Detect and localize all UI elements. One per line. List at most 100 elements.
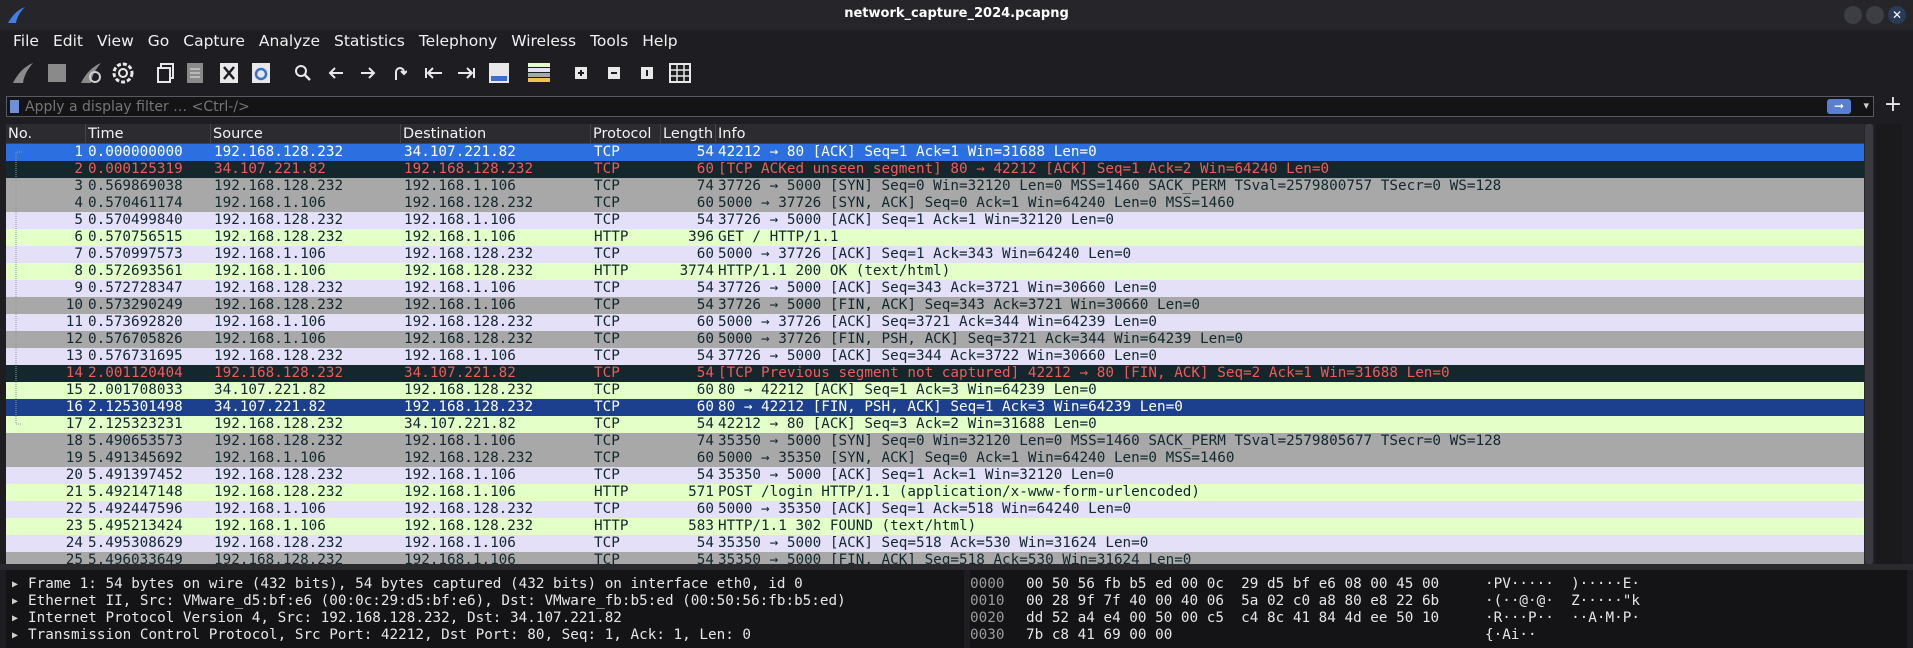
open-file-icon[interactable] (153, 60, 179, 86)
stop-capture-icon[interactable] (44, 60, 70, 86)
packet-row[interactable]: 19 5.491345692 192.168.1.106 192.168.128.23… (6, 450, 1874, 467)
packet-row[interactable]: 10 0.573290249 192.168.128.232 192.168.1.10… (6, 297, 1874, 314)
column-header-time[interactable]: Time (86, 124, 211, 144)
packet-row[interactable]: 5 0.570499840 192.168.128.232 192.168.1.106… (6, 212, 1874, 229)
packet-length: 74 (696, 433, 714, 449)
bookmark-icon[interactable] (10, 100, 19, 113)
packet-length: 60 (696, 501, 714, 517)
packet-length: 54 (696, 144, 714, 160)
menu-go[interactable]: Go (141, 30, 177, 52)
packet-list-scrollbar[interactable] (1864, 124, 1874, 564)
zoom-in-icon[interactable] (568, 60, 594, 86)
packet-row[interactable]: 20 5.491397452 192.168.128.232 192.168.1.10… (6, 467, 1874, 484)
packet-info: 80 → 42212 [ACK] Seq=1 Ack=3 Win=64239 L… (718, 382, 1097, 398)
packet-row[interactable]: 4 0.570461174 192.168.1.106 192.168.128.232… (6, 195, 1874, 212)
capture-options-icon[interactable] (110, 60, 136, 86)
menu-wireless[interactable]: Wireless (504, 30, 583, 52)
add-filter-button[interactable]: + (1880, 94, 1906, 118)
packet-row[interactable]: 7 0.570997573 192.168.1.106 192.168.128.232… (6, 246, 1874, 263)
packet-source: 192.168.128.232 (214, 433, 344, 449)
restart-capture-icon[interactable] (78, 60, 104, 86)
packet-row[interactable]: 2 0.000125319 34.107.221.82 192.168.128.232… (6, 161, 1874, 178)
packet-length: 60 (696, 450, 714, 466)
display-filter-input[interactable] (25, 97, 1825, 116)
packet-row[interactable]: 18 5.490653573 192.168.128.232 192.168.1.10… (6, 433, 1874, 450)
packet-row[interactable]: 8 0.572693561 192.168.1.106 192.168.128.232… (6, 263, 1874, 280)
column-header-info[interactable]: Info (716, 124, 1874, 144)
autoscroll-icon[interactable] (486, 60, 512, 86)
last-packet-icon[interactable] (453, 60, 479, 86)
packet-destination: 192.168.128.232 (404, 518, 534, 534)
packet-number: 24 (65, 535, 83, 551)
packet-row[interactable]: 17 2.125323231 192.168.128.232 34.107.221.8… (6, 416, 1874, 433)
go-back-icon[interactable] (323, 60, 349, 86)
expand-arrow-icon[interactable]: ▶ (12, 593, 18, 610)
menu-analyze[interactable]: Analyze (252, 30, 327, 52)
column-header-destination[interactable]: Destination (401, 124, 591, 144)
menu-capture[interactable]: Capture (176, 30, 252, 52)
zoom-out-icon[interactable] (601, 60, 627, 86)
save-file-icon[interactable] (182, 60, 208, 86)
close-file-icon[interactable] (216, 60, 242, 86)
packet-row[interactable]: 22 5.492447596 192.168.1.106 192.168.128.23… (6, 501, 1874, 518)
packet-row[interactable]: 12 0.576705826 192.168.1.106 192.168.128.23… (6, 331, 1874, 348)
resize-columns-icon[interactable] (667, 60, 693, 86)
packet-row[interactable]: 23 5.495213424 192.168.1.106 192.168.128.23… (6, 518, 1874, 535)
packet-info: 35350 → 5000 [ACK] Seq=518 Ack=530 Win=3… (718, 535, 1149, 551)
column-header-protocol[interactable]: Protocol (591, 124, 661, 144)
scrollbar-thumb[interactable] (1865, 124, 1873, 564)
packet-list[interactable]: No. Time Source Destination Protocol Len… (6, 124, 1874, 564)
maximize-button[interactable] (1866, 6, 1884, 24)
packet-row[interactable]: 15 2.001708033 34.107.221.82 192.168.128.23… (6, 382, 1874, 399)
packet-row[interactable]: 1 0.000000000 192.168.128.232 34.107.221.82… (6, 144, 1874, 161)
packet-minimap[interactable] (1876, 124, 1902, 564)
packet-row[interactable]: 11 0.573692820 192.168.1.106 192.168.128.23… (6, 314, 1874, 331)
menu-tools[interactable]: Tools (583, 30, 635, 52)
first-packet-icon[interactable] (421, 60, 447, 86)
packet-protocol: TCP (594, 416, 620, 432)
packet-row[interactable]: 25 5.496033649 192.168.128.232 192.168.1.10… (6, 552, 1874, 564)
packet-length: 54 (696, 365, 714, 381)
packet-protocol: TCP (594, 467, 620, 483)
packet-row[interactable]: 6 0.570756515 192.168.128.232 192.168.1.106… (6, 229, 1874, 246)
expand-arrow-icon[interactable]: ▶ (12, 610, 18, 627)
packet-row[interactable]: 16 2.125301498 34.107.221.82 192.168.128.23… (6, 399, 1874, 416)
colorize-icon[interactable] (526, 60, 552, 86)
packet-length: 54 (696, 416, 714, 432)
packet-info: 5000 → 37726 [FIN, PSH, ACK] Seq=3721 Ac… (718, 331, 1244, 347)
packet-destination: 192.168.1.106 (404, 229, 516, 245)
packet-protocol: TCP (594, 382, 620, 398)
apply-filter-button[interactable]: ➞ (1827, 99, 1851, 114)
packet-time: 0.573290249 (88, 297, 183, 313)
column-header-length[interactable]: Length (661, 124, 716, 144)
minimize-button[interactable] (1844, 6, 1862, 24)
menu-help[interactable]: Help (635, 30, 684, 52)
menu-telephony[interactable]: Telephony (412, 30, 504, 52)
expand-arrow-icon[interactable]: ▶ (12, 627, 18, 644)
go-to-packet-icon[interactable] (387, 60, 413, 86)
normal-size-icon[interactable] (634, 60, 660, 86)
packet-source: 192.168.128.232 (214, 365, 344, 381)
packet-row[interactable]: 24 5.495308629 192.168.128.232 192.168.1.10… (6, 535, 1874, 552)
packet-destination: 192.168.128.232 (404, 314, 534, 330)
menu-file[interactable]: File (6, 30, 46, 52)
expand-arrow-icon[interactable]: ▶ (12, 576, 18, 593)
packet-row[interactable]: 3 0.569869038 192.168.128.232 192.168.1.106… (6, 178, 1874, 195)
start-capture-icon[interactable] (10, 60, 36, 86)
reload-file-icon[interactable] (248, 60, 274, 86)
column-header-no[interactable]: No. (6, 124, 86, 144)
menu-view[interactable]: View (90, 30, 141, 52)
go-forward-icon[interactable] (355, 60, 381, 86)
filter-dropdown-icon[interactable]: ▾ (1863, 99, 1869, 112)
column-header-source[interactable]: Source (211, 124, 401, 144)
packet-row[interactable]: 13 0.576731695 192.168.128.232 192.168.1.10… (6, 348, 1874, 365)
packet-time: 0.572693561 (88, 263, 183, 279)
packet-row[interactable]: 21 5.492147148 192.168.128.232 192.168.1.10… (6, 484, 1874, 501)
packet-row[interactable]: 9 0.572728347 192.168.128.232 192.168.1.106… (6, 280, 1874, 297)
find-packet-icon[interactable] (290, 60, 316, 86)
menu-edit[interactable]: Edit (46, 30, 90, 52)
menu-statistics[interactable]: Statistics (327, 30, 412, 52)
packet-row[interactable]: 14 2.001120404 192.168.128.232 34.107.221.8… (6, 365, 1874, 382)
packet-number: 19 (65, 450, 83, 466)
close-window-button[interactable]: ✕ (1888, 6, 1906, 24)
